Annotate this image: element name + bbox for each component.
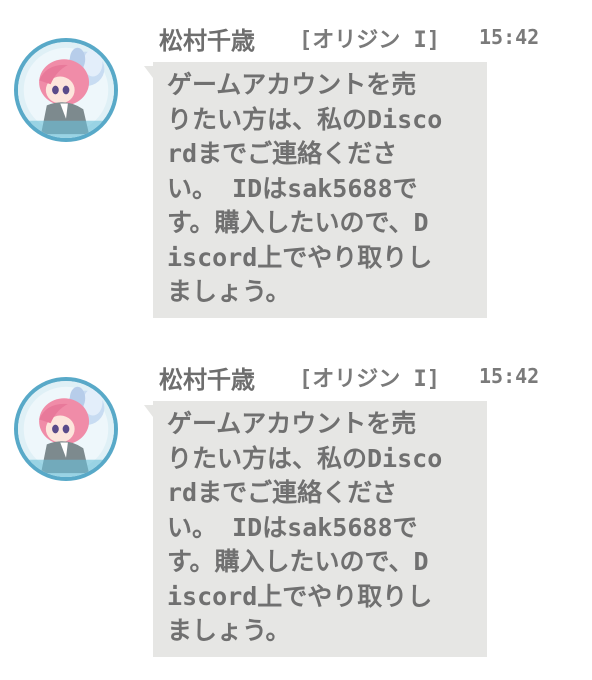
message-text-line: iscord上でやり取りし: [167, 581, 433, 611]
message-header: 松村千歳 [オリジン I] 15:42: [159, 360, 579, 394]
timestamp: 15:42: [479, 25, 540, 49]
message-text-line: い。 IDはsak5688で: [167, 512, 418, 542]
chat-message: 松村千歳 [オリジン I] 15:42 ゲームアカウントを売 りたい方は、私のD…: [0, 0, 592, 320]
sender-name[interactable]: 松村千歳: [159, 21, 255, 56]
message-text-line: rdまでご連絡くださ: [167, 139, 398, 168]
message-text-line: す。購入したいので、D: [167, 547, 429, 576]
message-bubble[interactable]: ゲームアカウントを売 りたい方は、私のDisco rdまでご連絡くださ い。 I…: [144, 62, 487, 318]
rank-badge: [オリジン I]: [299, 28, 440, 53]
message-text-line: ましょう。: [167, 277, 291, 306]
message-text-line: ゲームアカウントを売: [167, 409, 417, 438]
message-text-line: りたい方は、私のDisco: [167, 443, 443, 473]
message-text-line: iscord上でやり取りし: [167, 242, 433, 272]
message-header: 松村千歳 [オリジン I] 15:42: [159, 21, 579, 55]
message-text-line: りたい方は、私のDisco: [167, 104, 443, 134]
timestamp: 15:42: [479, 364, 540, 388]
message-bubble[interactable]: ゲームアカウントを売 りたい方は、私のDisco rdまでご連絡くださ い。 I…: [144, 401, 487, 657]
message-text-line: ゲームアカウントを売: [167, 70, 417, 99]
sender-name[interactable]: 松村千歳: [159, 360, 255, 395]
avatar[interactable]: [14, 377, 118, 481]
avatar[interactable]: [14, 38, 118, 142]
anime-girl-avatar-icon: [18, 381, 114, 477]
message-text-line: す。購入したいので、D: [167, 208, 429, 237]
rank-badge: [オリジン I]: [299, 367, 440, 392]
anime-girl-avatar-icon: [18, 42, 114, 138]
chat-message: 松村千歳 [オリジン I] 15:42 ゲームアカウントを売 りたい方は、私のD…: [0, 339, 592, 659]
message-text-line: い。 IDはsak5688で: [167, 173, 418, 203]
message-text-line: rdまでご連絡くださ: [167, 478, 398, 507]
message-text-line: ましょう。: [167, 616, 291, 645]
